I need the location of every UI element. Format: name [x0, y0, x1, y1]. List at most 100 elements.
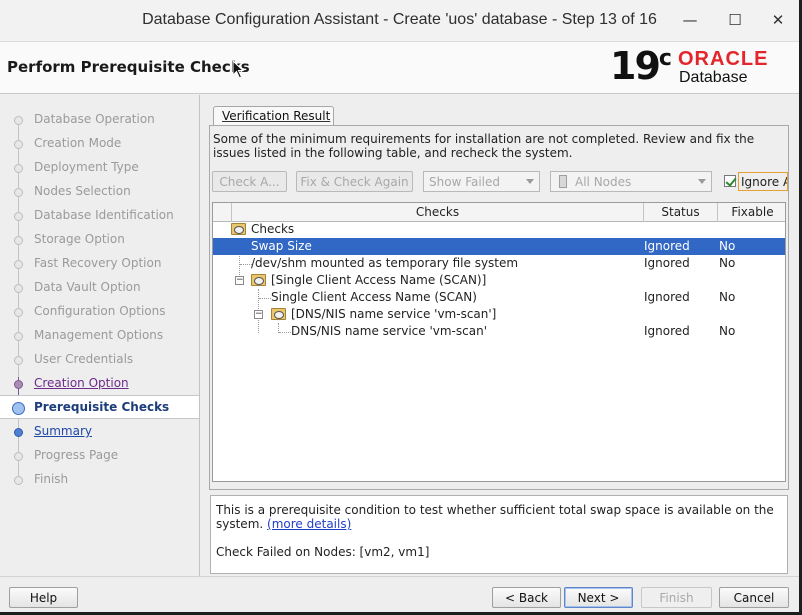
nav-step-summary[interactable]: Summary [0, 420, 199, 444]
prereq-results-table: Checks Status Fixable Checks Swap Size I… [212, 202, 786, 482]
step-navigation: Database Operation Creation Mode Deploymen… [0, 95, 200, 576]
oracle-19c-logo: 19c [610, 44, 672, 88]
nav-step-finish: Finish [0, 468, 199, 492]
nav-step-label: Creation Mode [34, 136, 122, 150]
nav-step-label: Creation Option [34, 376, 129, 390]
nav-step-creation-option[interactable]: Creation Option [0, 372, 199, 396]
check-name: Checks [251, 222, 295, 236]
maximize-icon[interactable]: ☐ [724, 10, 746, 30]
check-name: DNS/NIS name service 'vm-scan' [291, 324, 487, 338]
more-details-link[interactable]: (more details) [267, 517, 351, 531]
check-status: Ignored [644, 324, 690, 338]
chevron-down-icon [698, 179, 706, 184]
check-name: /dev/shm mounted as temporary file syste… [251, 256, 519, 270]
check-name: [Single Client Access Name (SCAN)] [271, 273, 487, 287]
finish-button[interactable]: Finish [641, 587, 712, 608]
table-row[interactable]: − [DNS/NIS name service 'vm-scan'] [213, 306, 785, 323]
step-indicator-icon [14, 164, 23, 173]
tab-verification-result[interactable]: Verification Result [213, 106, 334, 126]
collapse-icon[interactable]: − [235, 276, 244, 285]
step-indicator-icon [14, 452, 23, 461]
ignore-all-checkbox[interactable]: Ignore All [722, 172, 788, 192]
nav-step-database-identification[interactable]: Database Identification [0, 204, 199, 228]
wizard-button-bar: Help < Back Next > Finish Cancel [0, 576, 799, 612]
nav-step-label: Database Identification [34, 208, 174, 222]
nodes-filter-value: All Nodes [575, 175, 632, 189]
check-fixable: No [719, 239, 736, 253]
nav-step-label: Summary [34, 424, 92, 438]
column-header-status[interactable]: Status [643, 203, 717, 222]
step-indicator-icon [14, 476, 23, 485]
check-fixable: No [719, 290, 736, 304]
tab-label: Verification Result [222, 109, 331, 123]
nav-step-label: Nodes Selection [34, 184, 131, 198]
checks-folder-icon [231, 223, 246, 235]
step-indicator-icon [14, 284, 23, 293]
table-row[interactable]: Checks [213, 221, 785, 238]
nav-step-label: Database Operation [34, 112, 155, 126]
nav-step-nodes-selection[interactable]: Nodes Selection [0, 180, 199, 204]
mouse-cursor-icon [232, 60, 245, 79]
nav-step-label: Configuration Options [34, 304, 166, 318]
nav-step-data-vault-option[interactable]: Data Vault Option [0, 276, 199, 300]
next-button[interactable]: Next > [564, 587, 633, 608]
nav-step-creation-mode[interactable]: Creation Mode [0, 132, 199, 156]
nav-step-storage-option[interactable]: Storage Option [0, 228, 199, 252]
nav-step-prerequisite-checks[interactable]: Prerequisite Checks [0, 395, 199, 419]
close-icon[interactable]: ✕ [767, 10, 789, 30]
failed-nodes-text: Check Failed on Nodes: [vm2, vm1] [216, 545, 430, 559]
nav-step-label: Deployment Type [34, 160, 139, 174]
nav-step-configuration-options[interactable]: Configuration Options [0, 300, 199, 324]
nav-step-label: Fast Recovery Option [34, 256, 162, 270]
step-indicator-icon [14, 428, 23, 437]
chevron-down-icon [526, 179, 534, 184]
show-filter-select[interactable]: Show Failed [423, 171, 540, 192]
step-indicator-icon [14, 356, 23, 365]
table-row[interactable]: /dev/shm mounted as temporary file syste… [213, 255, 785, 272]
nav-step-label: Prerequisite Checks [34, 400, 170, 414]
oracle-product-name: Database [679, 69, 748, 86]
step-indicator-icon [14, 260, 23, 269]
server-node-icon [559, 175, 567, 188]
nav-step-label: Data Vault Option [34, 280, 141, 294]
logo-version: 19 [610, 44, 661, 88]
minimize-icon[interactable]: — [679, 10, 701, 30]
cancel-button[interactable]: Cancel [719, 587, 789, 608]
table-row[interactable]: Swap Size Ignored No [213, 238, 785, 255]
nav-step-deployment-type[interactable]: Deployment Type [0, 156, 199, 180]
nodes-filter-select[interactable]: All Nodes [550, 171, 712, 192]
step-indicator-icon [12, 402, 25, 415]
check-status: Ignored [644, 256, 690, 270]
nav-step-fast-recovery-option[interactable]: Fast Recovery Option [0, 252, 199, 276]
checkbox-checked-icon[interactable] [724, 175, 736, 187]
nav-step-progress-page: Progress Page [0, 444, 199, 468]
table-row[interactable]: Single Client Access Name (SCAN) Ignored… [213, 289, 785, 306]
table-row[interactable]: DNS/NIS name service 'vm-scan' Ignored N… [213, 323, 785, 340]
step-indicator-icon [14, 140, 23, 149]
step-indicator-icon [14, 308, 23, 317]
help-button[interactable]: Help [9, 587, 78, 608]
step-indicator-icon [14, 236, 23, 245]
collapse-icon[interactable]: − [254, 310, 263, 319]
step-indicator-icon [14, 380, 23, 389]
check-name: Swap Size [251, 239, 312, 253]
step-indicator-icon [14, 212, 23, 221]
step-indicator-icon [14, 116, 23, 125]
show-filter-value: Show Failed [429, 175, 501, 189]
check-fixable: No [719, 324, 736, 338]
page-header: Perform Prerequisite Checks 19c ORACLE D… [0, 42, 799, 94]
title-bar: Database Configuration Assistant - Creat… [0, 0, 799, 42]
check-name: [DNS/NIS name service 'vm-scan'] [291, 307, 497, 321]
fix-check-again-button[interactable]: Fix & Check Again [296, 171, 413, 192]
check-again-button[interactable]: Check A... [212, 171, 287, 192]
nav-step-database-operation[interactable]: Database Operation [0, 108, 199, 132]
column-header-fixable[interactable]: Fixable [717, 203, 785, 222]
column-header-checks[interactable]: Checks [231, 203, 643, 222]
dbca-window: Database Configuration Assistant - Creat… [0, 0, 799, 612]
nav-step-management-options[interactable]: Management Options [0, 324, 199, 348]
step-indicator-icon [14, 188, 23, 197]
page-title: Perform Prerequisite Checks [7, 58, 250, 76]
back-button[interactable]: < Back [492, 587, 561, 608]
nav-step-user-credentials[interactable]: User Credentials [0, 348, 199, 372]
table-row[interactable]: − [Single Client Access Name (SCAN)] [213, 272, 785, 289]
